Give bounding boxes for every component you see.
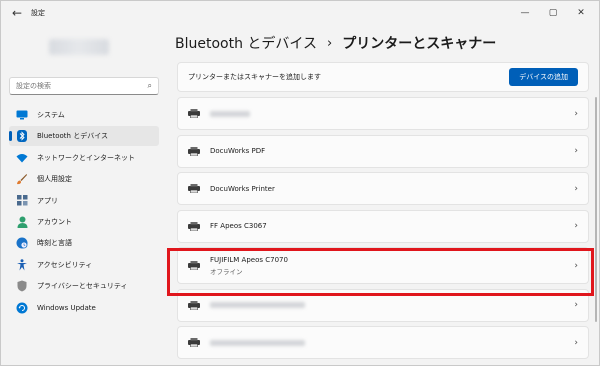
window-controls: — ▢ ✕ <box>511 1 595 25</box>
printer-icon <box>188 184 200 193</box>
add-device-button[interactable]: デバイスの追加 <box>509 68 578 86</box>
sidebar-item-label: Bluetooth とデバイス <box>37 132 108 141</box>
sidebar-item-label: ネットワークとインターネット <box>37 153 135 162</box>
printer-name: DocuWorks Printer <box>210 184 275 193</box>
person-icon <box>15 215 29 229</box>
sidebar-item-privacy[interactable]: プライバシーとセキュリティ <box>9 276 159 296</box>
minimize-icon: — <box>520 8 530 18</box>
sidebar-item-label: アカウント <box>37 217 72 226</box>
sidebar-item-apps[interactable]: アプリ <box>9 191 159 211</box>
printer-icon <box>188 300 200 310</box>
sidebar-item-label: システム <box>37 111 65 119</box>
sidebar-item-label: プライバシーとセキュリティ <box>37 282 128 291</box>
printer-icon <box>188 338 200 347</box>
printer-icon <box>188 221 200 231</box>
shield-icon <box>15 279 29 293</box>
printer-name: DocuWorks PDF <box>210 147 266 155</box>
add-device-card: プリンターまたはスキャナーを追加します デバイスの追加 <box>177 62 589 92</box>
globe-icon <box>15 236 29 250</box>
chevron-right-icon: › <box>574 337 578 348</box>
printer-status: オフライン <box>210 267 243 276</box>
breadcrumb-parent[interactable]: Bluetooth とデバイス <box>175 33 317 53</box>
sidebar-item-label: アクセシビリティ <box>37 260 93 269</box>
sidebar-item-label: アプリ <box>37 196 58 205</box>
search-box[interactable]: ⌕ <box>9 77 159 95</box>
printer-row[interactable]: › <box>177 97 589 130</box>
close-button[interactable]: ✕ <box>567 1 595 25</box>
printer-row[interactable]: DocuWorks PDF › <box>177 134 589 168</box>
apps-icon <box>15 194 29 208</box>
printer-icon <box>188 146 200 156</box>
wifi-icon <box>15 151 29 165</box>
back-button[interactable]: ← <box>5 1 29 25</box>
sidebar-item-accessibility[interactable]: アクセシビリティ <box>9 255 159 275</box>
printer-name: FF Apeos C3067 <box>210 222 267 230</box>
update-icon <box>15 301 29 315</box>
printer-name-redacted <box>210 110 250 117</box>
arrow-left-icon: ← <box>11 6 23 20</box>
monitor-icon <box>15 108 29 122</box>
sidebar-item-label: 個人用設定 <box>37 175 72 184</box>
sidebar-nav: システム Bluetooth とデバイス ネットワークとインターネット 個人用設… <box>9 105 159 319</box>
breadcrumb-separator: › <box>327 35 333 51</box>
maximize-icon: ▢ <box>548 8 558 18</box>
maximize-button[interactable]: ▢ <box>539 1 567 25</box>
chevron-right-icon: › <box>574 300 578 310</box>
chevron-right-icon: › <box>574 108 578 119</box>
sidebar-item-personalization[interactable]: 個人用設定 <box>9 169 159 189</box>
settings-window: ← 設定 — ▢ ✕ ⌕ システム Bluetooth とデバイス <box>0 0 600 366</box>
printer-row[interactable]: › <box>177 288 589 322</box>
sidebar-item-system[interactable]: システム <box>9 105 159 125</box>
sidebar-item-bluetooth[interactable]: Bluetooth とデバイス <box>9 126 159 147</box>
printer-name: FUJIFILM Apeos C7070 <box>210 255 288 264</box>
add-device-label: プリンターまたはスキャナーを追加します <box>188 73 321 81</box>
sidebar-item-windows-update[interactable]: Windows Update <box>9 298 159 318</box>
sidebar-item-label: Windows Update <box>37 303 96 312</box>
search-icon[interactable]: ⌕ <box>148 81 152 91</box>
brush-icon <box>15 172 29 186</box>
breadcrumb: Bluetooth とデバイス › プリンターとスキャナー <box>175 33 496 53</box>
bluetooth-icon <box>15 129 29 143</box>
printer-row-highlighted[interactable]: FUJIFILM Apeos C7070 オフライン › <box>177 247 589 284</box>
printer-row[interactable]: FF Apeos C3067 › <box>177 209 589 243</box>
chevron-right-icon: › <box>574 260 578 271</box>
close-icon: ✕ <box>577 8 585 18</box>
title-bar: ← 設定 — ▢ ✕ <box>1 1 599 25</box>
chevron-right-icon: › <box>574 183 578 194</box>
search-input[interactable] <box>16 82 148 90</box>
printer-icon <box>188 261 200 270</box>
sidebar-item-label: 時刻と言語 <box>37 239 72 248</box>
page-title: プリンターとスキャナー <box>342 36 497 52</box>
printer-row[interactable]: DocuWorks Printer › <box>177 172 589 205</box>
printer-name-redacted <box>210 302 305 308</box>
sidebar-item-time-language[interactable]: 時刻と言語 <box>9 233 159 253</box>
printer-icon <box>188 109 200 118</box>
chevron-right-icon: › <box>574 146 578 156</box>
account-profile[interactable] <box>49 39 109 55</box>
scrollbar[interactable] <box>595 97 597 322</box>
printer-row[interactable]: › <box>177 326 589 359</box>
sidebar-item-network[interactable]: ネットワークとインターネット <box>9 148 159 168</box>
accessibility-icon <box>15 258 29 272</box>
minimize-button[interactable]: — <box>511 1 539 25</box>
printer-list: プリンターまたはスキャナーを追加します デバイスの追加 › DocuWorks … <box>177 62 589 364</box>
printer-name-redacted <box>210 339 305 346</box>
sidebar-item-accounts[interactable]: アカウント <box>9 212 159 232</box>
chevron-right-icon: › <box>574 221 578 231</box>
app-title: 設定 <box>31 9 45 17</box>
